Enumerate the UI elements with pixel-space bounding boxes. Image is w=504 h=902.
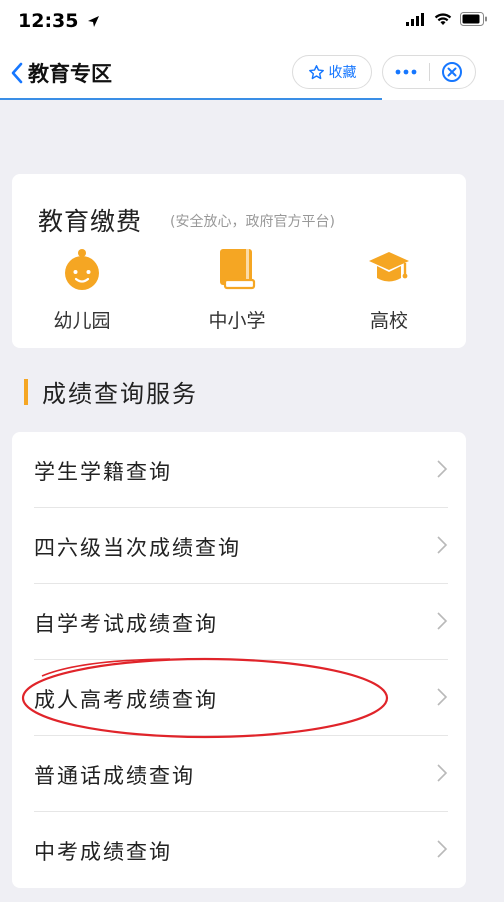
- section-title: 成绩查询服务: [42, 380, 198, 408]
- list-item-label: 自学考试成绩查询: [34, 612, 218, 636]
- chevron-right-icon: [437, 764, 448, 782]
- section-header: 成绩查询服务: [24, 374, 198, 409]
- pay-item-kindergarten[interactable]: 幼儿园: [27, 246, 137, 336]
- star-icon: [308, 64, 324, 79]
- list-item-label: 普通话成绩查询: [34, 764, 195, 788]
- wifi-icon: [434, 12, 452, 25]
- more-button[interactable]: [383, 69, 429, 75]
- chevron-right-icon: [437, 840, 448, 858]
- pay-item-label: 幼儿园: [53, 310, 111, 332]
- chevron-right-icon: [437, 612, 448, 630]
- payment-subtitle: (安全放心，政府官方平台): [170, 214, 335, 230]
- chevron-right-icon: [437, 536, 448, 554]
- mini-app-capsule: [382, 55, 476, 89]
- pay-item-label: 高校: [369, 310, 408, 332]
- chevron-right-icon: [437, 688, 448, 706]
- battery-icon: [460, 12, 487, 26]
- favorite-button[interactable]: 收藏: [292, 55, 372, 89]
- education-payment-card: 教育缴费 (安全放心，政府官方平台) 幼儿园 中小学 高校: [12, 174, 466, 348]
- list-item-label: 学生学籍查询: [34, 460, 172, 484]
- payment-title: 教育缴费: [38, 207, 143, 236]
- signal-icon: [406, 12, 424, 26]
- chevron-left-icon: [11, 62, 23, 84]
- status-time: 12:35: [18, 10, 100, 32]
- list-item-label: 中考成绩查询: [34, 840, 172, 864]
- list-item-self-study-exam[interactable]: 自学考试成绩查询: [12, 584, 466, 660]
- chevron-right-icon: [437, 460, 448, 478]
- list-item-cet[interactable]: 四六级当次成绩查询: [12, 508, 466, 584]
- book-icon: [220, 249, 256, 290]
- graduation-cap-icon: [369, 252, 409, 282]
- status-bar: 12:35: [0, 0, 504, 44]
- pay-item-university[interactable]: 高校: [334, 246, 444, 336]
- favorite-label: 收藏: [328, 65, 357, 81]
- loading-progress-bar: [0, 98, 382, 100]
- list-item-mandarin-test[interactable]: 普通话成绩查询: [12, 736, 466, 812]
- baby-face-icon: [65, 249, 99, 290]
- close-button[interactable]: [429, 61, 475, 83]
- pay-item-primary-secondary[interactable]: 中小学: [182, 246, 292, 336]
- list-item-label: 成人高考成绩查询: [34, 688, 218, 712]
- close-circle-icon: [442, 62, 463, 82]
- page-title: 教育专区: [28, 62, 112, 86]
- list-item-adult-college-exam[interactable]: 成人高考成绩查询: [12, 660, 466, 736]
- list-item-label: 四六级当次成绩查询: [34, 536, 241, 560]
- pay-item-label: 中小学: [208, 310, 266, 332]
- list-item-high-school-entrance[interactable]: 中考成绩查询: [12, 812, 466, 888]
- score-query-list: 学生学籍查询 四六级当次成绩查询 自学考试成绩查询 成人高考成绩查询 普通话成绩…: [12, 432, 466, 888]
- more-dots-icon: [395, 69, 417, 75]
- location-arrow-icon: [88, 16, 100, 27]
- back-button[interactable]: 教育专区: [10, 58, 112, 88]
- section-accent-bar: [24, 378, 28, 405]
- list-item-student-status[interactable]: 学生学籍查询: [12, 432, 466, 508]
